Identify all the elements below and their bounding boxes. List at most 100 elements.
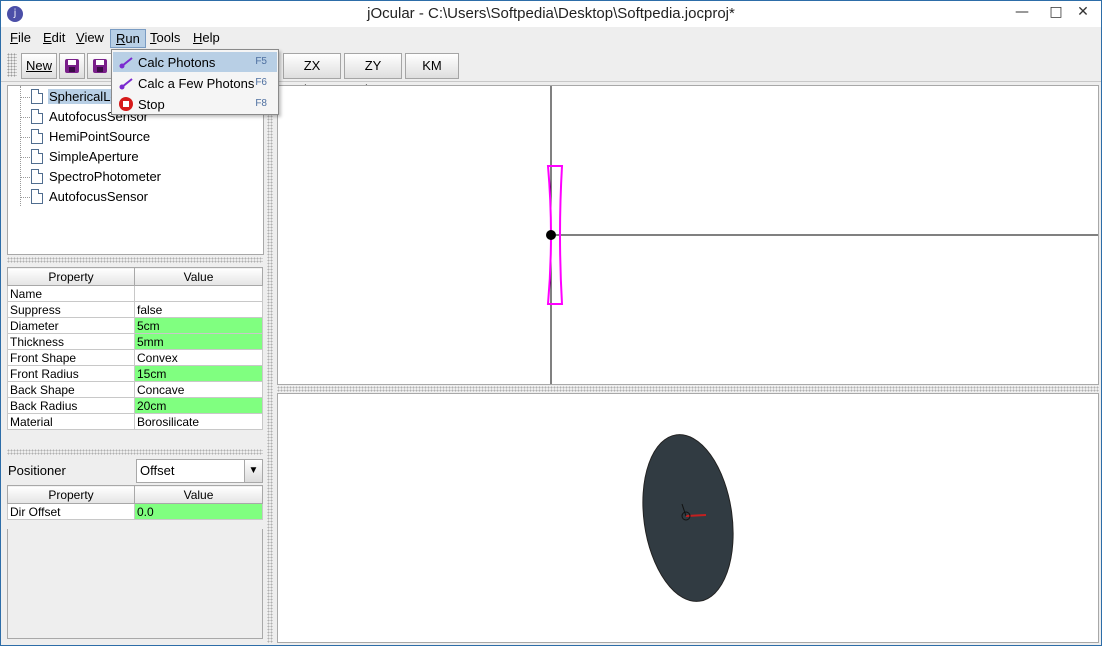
vertical-splitter[interactable] [267, 85, 273, 643]
property-value[interactable]: 5cm [134, 317, 263, 334]
new-button[interactable]: New [21, 53, 57, 79]
zx-plane-button[interactable]: ZX Plane [283, 53, 341, 97]
document-icon [31, 149, 43, 164]
menu-item-shortcut: F5 [255, 56, 267, 67]
table-row[interactable]: Dir Offset 0.0 [7, 503, 263, 520]
property-key: Name [7, 285, 135, 302]
tree-item[interactable]: SpectroPhotometer [8, 167, 258, 187]
tree-item-label: SphericalLe [48, 89, 119, 104]
property-value[interactable]: 5mm [134, 333, 263, 350]
positioner-panel-empty [7, 529, 263, 639]
zy-plane-button[interactable]: ZY Plane [344, 53, 402, 97]
positioner-selected-value: Offset [140, 463, 175, 478]
tree-item[interactable]: SimpleAperture [8, 147, 258, 167]
plane-view-2d[interactable] [277, 85, 1099, 385]
tree-item-label: SimpleAperture [49, 149, 139, 164]
property-value[interactable] [134, 285, 263, 302]
save-icon [65, 59, 79, 73]
property-key: Back Shape [7, 381, 135, 398]
close-button[interactable]: ✕ [1067, 1, 1099, 23]
tree-item[interactable]: AutofocusSensor [8, 187, 258, 207]
property-value[interactable]: false [134, 301, 263, 318]
positioner-label: Positioner [8, 463, 66, 478]
document-icon [31, 129, 43, 144]
table-row[interactable]: Thickness 5mm [7, 333, 263, 350]
minimize-button[interactable]: — [1005, 1, 1039, 23]
tree-item-label: HemiPointSource [49, 129, 151, 144]
table-row[interactable]: Name [7, 285, 263, 302]
ray-trace-icon [119, 57, 133, 69]
menu-item-shortcut: F8 [255, 98, 267, 109]
table-row[interactable]: Front Shape Convex [7, 349, 263, 366]
menu-item-label: Calc Photons [138, 55, 216, 70]
menu-item-label: Calc a Few Photons [138, 76, 255, 91]
save-as-icon [93, 59, 107, 73]
property-value[interactable]: 15cm [134, 365, 263, 382]
app-window: j jOcular - C:\Users\Softpedia\Desktop\S… [0, 0, 1102, 646]
menu-help[interactable]: Help [188, 29, 225, 48]
menu-bar: File Edit View Run Tools Help [1, 28, 1101, 49]
property-key: Back Radius [7, 397, 135, 414]
tree-item[interactable]: HemiPointSource [8, 127, 258, 147]
splitter[interactable] [277, 386, 1099, 392]
menu-file[interactable]: File [5, 29, 36, 48]
table-row[interactable]: Back Radius 20cm [7, 397, 263, 414]
menu-item-calc-photons[interactable]: Calc Photons F5 [113, 52, 277, 72]
menu-run[interactable]: Run [110, 29, 146, 48]
source-point [546, 230, 556, 240]
table-row[interactable]: Front Radius 15cm [7, 365, 263, 382]
lens-3d [642, 434, 734, 602]
column-header-property[interactable]: Property [7, 485, 135, 504]
property-key: Suppress [7, 301, 135, 318]
table-row[interactable]: Material Borosilicate [7, 413, 263, 430]
document-icon [31, 169, 43, 184]
table-row[interactable]: Diameter 5cm [7, 317, 263, 334]
view-3d[interactable] [277, 393, 1099, 643]
splitter[interactable] [7, 449, 263, 455]
splitter[interactable] [7, 257, 263, 263]
property-value[interactable]: 20cm [134, 397, 263, 414]
property-key: Material [7, 413, 135, 430]
document-icon [31, 189, 43, 204]
tree-item-label: AutofocusSensor [49, 189, 149, 204]
save-as-button[interactable] [87, 53, 113, 79]
column-header-value[interactable]: Value [134, 485, 263, 504]
run-menu-dropdown: Calc Photons F5 Calc a Few Photons F6 St… [111, 49, 279, 115]
menu-item-stop[interactable]: Stop F8 [113, 94, 277, 114]
property-key: Front Radius [7, 365, 135, 382]
menu-item-label: Stop [138, 97, 165, 112]
ray-trace-icon [119, 78, 133, 90]
title-bar: j jOcular - C:\Users\Softpedia\Desktop\S… [1, 1, 1101, 27]
chevron-down-icon[interactable]: ▼ [244, 460, 262, 482]
stop-icon [119, 97, 133, 111]
property-key: Front Shape [7, 349, 135, 366]
property-value[interactable]: Convex [134, 349, 263, 366]
property-key: Dir Offset [7, 503, 135, 520]
property-table: Property Value Name Suppress false Diamet… [7, 267, 263, 430]
menu-edit[interactable]: Edit [38, 29, 70, 48]
km-test-button[interactable]: KM Test [405, 53, 459, 97]
window-title: jOcular - C:\Users\Softpedia\Desktop\Sof… [367, 5, 735, 22]
positioner-select[interactable]: Offset ▼ [136, 459, 263, 483]
menu-item-calc-few-photons[interactable]: Calc a Few Photons F6 [113, 73, 277, 93]
property-key: Diameter [7, 317, 135, 334]
property-value[interactable]: 0.0 [134, 503, 263, 520]
tree-item-label: SpectroPhotometer [49, 169, 162, 184]
menu-item-shortcut: F6 [255, 77, 267, 88]
property-value[interactable]: Borosilicate [134, 413, 263, 430]
menu-view[interactable]: View [71, 29, 109, 48]
table-row[interactable]: Suppress false [7, 301, 263, 318]
table-row[interactable]: Back Shape Concave [7, 381, 263, 398]
column-header-value[interactable]: Value [134, 267, 263, 286]
property-value[interactable]: Concave [134, 381, 263, 398]
toolbar-grip[interactable] [7, 53, 17, 77]
property-key: Thickness [7, 333, 135, 350]
document-icon [31, 109, 43, 124]
save-button[interactable] [59, 53, 85, 79]
menu-tools[interactable]: Tools [145, 29, 185, 48]
column-header-property[interactable]: Property [7, 267, 135, 286]
view-3d-canvas [642, 434, 734, 602]
document-icon [31, 89, 43, 104]
plane-canvas [546, 86, 1098, 384]
axis-arrow-x [685, 514, 707, 517]
